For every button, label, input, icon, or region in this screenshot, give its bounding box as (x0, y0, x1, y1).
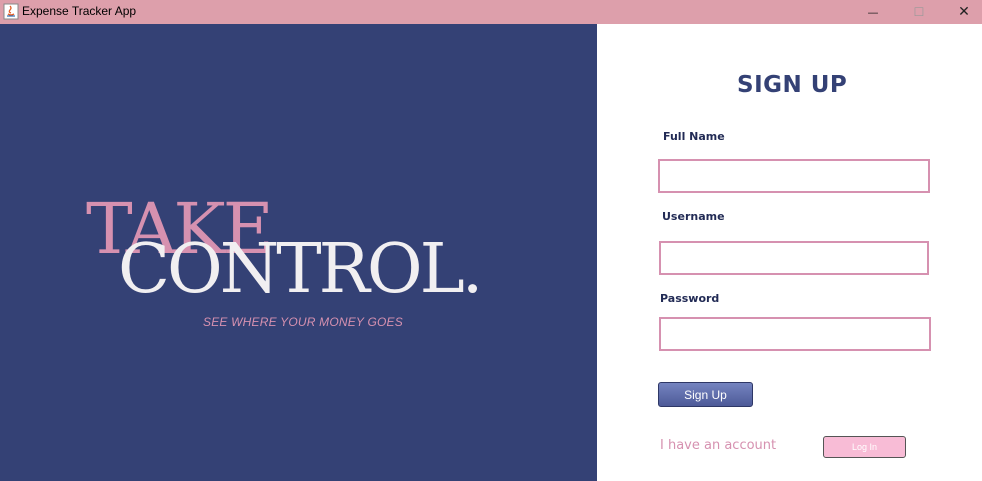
hero-panel: TAKE CONTROL. SEE WHERE YOUR MONEY GOES (0, 24, 597, 481)
password-label: Password (660, 292, 720, 305)
close-icon: ✕ (958, 4, 970, 20)
signup-heading: SIGN UP (737, 72, 848, 98)
minimize-button[interactable]: — (850, 0, 896, 24)
log-in-button[interactable]: Log In (823, 436, 906, 458)
window-title: Expense Tracker App (22, 4, 137, 18)
signup-panel: SIGN UP Full Name Username Password Sign… (597, 24, 982, 481)
full-name-input[interactable] (658, 159, 930, 193)
close-button[interactable]: ✕ (941, 0, 982, 24)
full-name-label: Full Name (663, 130, 725, 143)
hero-tagline: SEE WHERE YOUR MONEY GOES (203, 315, 403, 329)
password-input[interactable] (659, 317, 931, 351)
username-label: Username (662, 210, 725, 223)
java-icon (3, 3, 19, 20)
minimize-icon: — (867, 5, 879, 19)
maximize-button[interactable]: ☐ (896, 0, 942, 24)
have-account-text: I have an account (660, 438, 777, 453)
window-titlebar: Expense Tracker App — ☐ ✕ (0, 0, 982, 24)
maximize-icon: ☐ (913, 5, 925, 19)
sign-up-button[interactable]: Sign Up (658, 382, 753, 407)
hero-title-control: CONTROL. (118, 230, 483, 309)
username-input[interactable] (659, 241, 929, 275)
